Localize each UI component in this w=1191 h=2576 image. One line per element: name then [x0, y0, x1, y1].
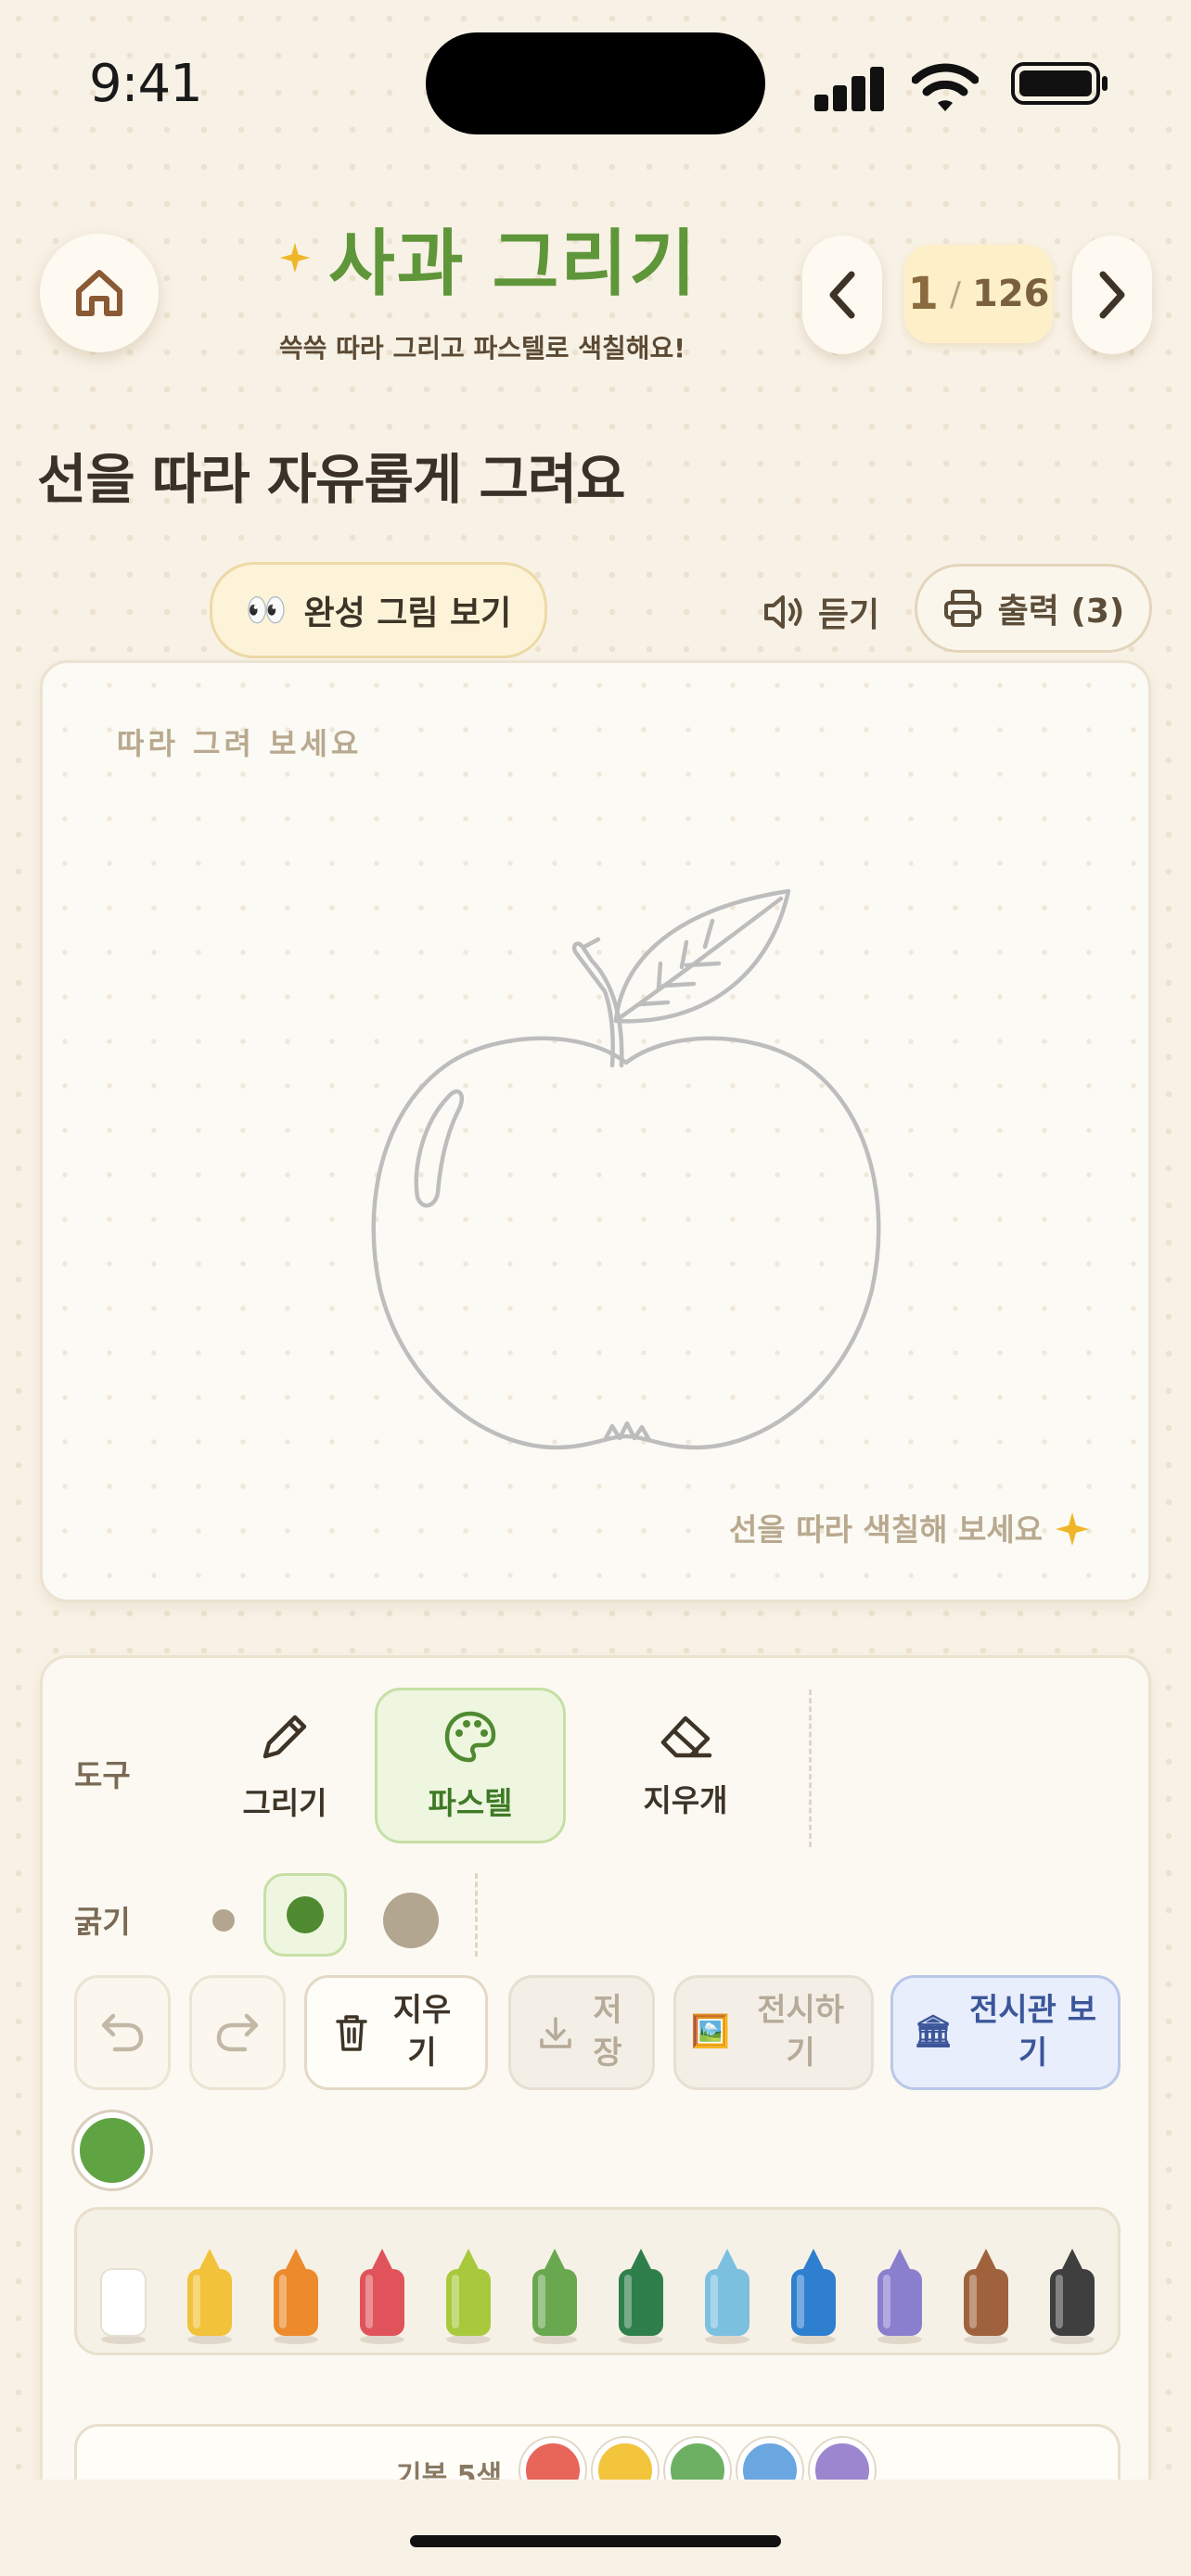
prev-page-button[interactable]	[802, 236, 882, 354]
crayon-3[interactable]	[356, 2243, 408, 2345]
clear-button[interactable]: 지우기	[304, 1975, 488, 2090]
palette-icon	[444, 1711, 496, 1763]
current-color-indicator	[74, 2112, 150, 2188]
thickness-large[interactable]	[369, 1879, 453, 1962]
download-icon	[540, 2017, 571, 2048]
tools-panel: 도구 그리기 파스텔 지우개 굵기 지우기 저장 🖼️ 전시하기 🏛 전시관 보…	[40, 1655, 1151, 2576]
speaker-icon	[763, 595, 802, 629]
pencil-icon	[263, 1715, 307, 1759]
save-button[interactable]: 저장	[508, 1975, 655, 2090]
wifi-icon	[912, 63, 979, 111]
crayon-11[interactable]	[1046, 2243, 1098, 2345]
divider	[809, 1690, 812, 1847]
exhibit-label: 전시하기	[757, 1992, 845, 2072]
apple-outline	[371, 888, 881, 1450]
picture-icon: 🖼️	[690, 2013, 731, 2051]
crayon-0[interactable]	[97, 2243, 149, 2345]
title-group: 사과 그리기	[278, 211, 724, 306]
next-page-button[interactable]	[1072, 236, 1152, 354]
view-finished-label: 완성 그림 보기	[303, 594, 512, 632]
print-button[interactable]: 출력 (3)	[915, 564, 1152, 653]
tool-label: 파스텔	[428, 1785, 513, 1821]
crayon-4[interactable]	[442, 2243, 494, 2345]
page-total: 126	[972, 273, 1050, 315]
crayon-6[interactable]	[615, 2243, 667, 2345]
dynamic-island	[426, 32, 765, 134]
page-subtitle: 쓱쓱 따라 그리고 파스텔로 색칠해요!	[278, 333, 686, 363]
thickness-label: 굵기	[74, 1904, 131, 1940]
page-separator: /	[949, 274, 962, 313]
exhibit-button[interactable]: 🖼️ 전시하기	[673, 1975, 874, 2090]
bottom-safe-area	[0, 2480, 1191, 2576]
canvas-hint-top: 따라 그려 보세요	[117, 726, 363, 761]
print-label: 출력 (3)	[997, 593, 1125, 631]
battery-icon	[1011, 62, 1108, 105]
home-indicator	[410, 2535, 781, 2547]
canvas-hint-bottom: 선을 따라 색칠해 보세요	[729, 1511, 1044, 1548]
crayon-2[interactable]	[270, 2243, 322, 2345]
tool-draw[interactable]: 그리기	[189, 1688, 380, 1843]
tool-pastel[interactable]: 파스텔	[375, 1688, 566, 1843]
printer-icon	[943, 590, 981, 627]
crayon-10[interactable]	[960, 2243, 1012, 2345]
home-icon	[76, 270, 122, 316]
undo-icon	[101, 2013, 144, 2052]
crayon-9[interactable]	[874, 2243, 926, 2345]
save-label: 저장	[593, 1992, 622, 2072]
sparkle-icon	[1056, 1512, 1089, 1546]
crayon-1[interactable]	[184, 2243, 236, 2345]
divider	[475, 1873, 478, 1957]
eraser-icon	[660, 1715, 712, 1758]
redo-icon	[216, 2013, 259, 2052]
listen-button[interactable]: 듣기	[751, 575, 890, 649]
tool-eraser[interactable]: 지우개	[590, 1688, 781, 1843]
instruction-heading: 선을 따라 자유롭게 그려요	[37, 448, 626, 511]
crayon-8[interactable]	[788, 2243, 839, 2345]
tool-label: 그리기	[242, 1785, 327, 1821]
tool-label: 지우개	[643, 1782, 728, 1818]
chevron-right-icon	[1099, 271, 1125, 319]
crayon-7[interactable]	[701, 2243, 753, 2345]
chevron-left-icon	[829, 271, 855, 319]
thickness-small[interactable]	[182, 1879, 265, 1962]
page-current: 1	[907, 268, 939, 320]
crayon-5[interactable]	[529, 2243, 581, 2345]
status-time: 9:41	[89, 54, 203, 114]
home-button[interactable]	[40, 234, 159, 352]
listen-label: 듣기	[817, 596, 880, 634]
museum-icon: 🏛	[913, 2013, 954, 2051]
sparkle-icon	[279, 242, 311, 274]
redo-button[interactable]	[189, 1975, 286, 2090]
page-title: 사과 그리기	[328, 223, 698, 306]
thickness-medium[interactable]	[263, 1873, 347, 1957]
eyes-icon: 👀	[245, 592, 288, 630]
gallery-button[interactable]: 🏛 전시관 보기	[890, 1975, 1121, 2090]
tools-label: 도구	[74, 1757, 131, 1793]
clear-label: 지우기	[392, 1992, 452, 2072]
crayon-palette	[74, 2207, 1121, 2355]
undo-button[interactable]	[74, 1975, 171, 2090]
page-counter: 1 / 126	[904, 245, 1053, 343]
view-finished-button[interactable]: 👀 완성 그림 보기	[210, 562, 547, 658]
gallery-label: 전시관 보기	[969, 1992, 1097, 2072]
signal-icon	[814, 65, 885, 111]
drawing-canvas[interactable]: 따라 그려 보세요 선을 따라 색칠해 보세요	[40, 660, 1151, 1602]
trash-icon	[336, 2015, 367, 2051]
